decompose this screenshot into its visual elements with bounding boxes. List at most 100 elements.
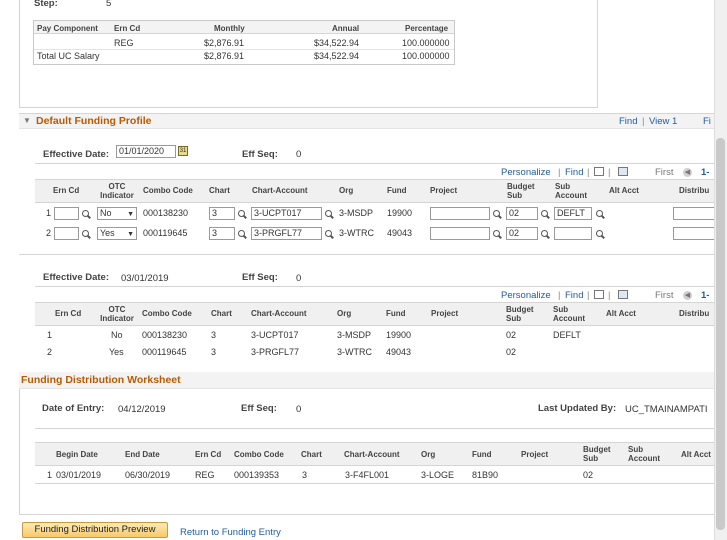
col-distrib: Distribu xyxy=(679,309,710,318)
funding-preview-button[interactable]: Funding Distribution Preview xyxy=(22,522,168,538)
chart-input[interactable]: 3 xyxy=(209,227,235,240)
personalize-link-2[interactable]: Personalize xyxy=(501,290,551,301)
budget-sub-input[interactable]: 02 xyxy=(506,227,538,240)
org-value: 3-LOGE xyxy=(421,470,455,480)
fund-value: 19900 xyxy=(386,330,412,340)
chart-value: 3 xyxy=(211,330,217,340)
row-number: 1 xyxy=(47,470,53,480)
ws-col-chart: Chart xyxy=(301,450,322,459)
last-updated-label: Last Updated By: xyxy=(538,403,617,414)
scrollbar-thumb[interactable] xyxy=(716,138,725,530)
project-input[interactable] xyxy=(430,227,490,240)
header-fi-link[interactable]: Fi xyxy=(703,116,711,127)
project-lookup-icon[interactable] xyxy=(492,229,502,239)
find-link-1[interactable]: Find xyxy=(565,167,583,178)
chart-account-lookup-icon[interactable] xyxy=(324,229,334,239)
budget-sub-lookup-icon[interactable] xyxy=(540,229,550,239)
view-all-icon[interactable] xyxy=(594,167,604,176)
col-org: Org xyxy=(339,186,354,195)
prev-arrow-icon[interactable]: ◀ xyxy=(683,291,692,300)
col-ern-cd: Ern Cd xyxy=(55,309,82,318)
return-to-funding-link[interactable]: Return to Funding Entry xyxy=(180,527,281,538)
grid-toolbar-1: Personalize | Find | | First ◀ 1- xyxy=(35,163,727,179)
first-label-1[interactable]: First xyxy=(655,167,673,178)
chart-account-input[interactable]: 3-PRGFL77 xyxy=(251,227,322,240)
grid-header-1: Ern Cd OTC Indicator Combo Code Chart Ch… xyxy=(35,179,727,203)
range-label-2: 1- xyxy=(701,290,710,301)
sub-account-input[interactable]: DEFLT xyxy=(554,207,592,220)
worksheet-title: Funding Distribution Worksheet xyxy=(21,374,181,386)
col-otc-indicator: OTC Indicator xyxy=(100,305,134,323)
pay-row2-component: Total UC Salary xyxy=(37,51,100,61)
table-row: 1 No 000138230 3 3-UCPT017 3-MSDP 19900 … xyxy=(35,326,727,343)
chart-account-input[interactable]: 3-UCPT017 xyxy=(251,207,322,220)
pay-row2-annual: $34,522.94 xyxy=(314,51,360,61)
salary-panel: Step: 5 Pay Component Ern Cd Monthly Ann… xyxy=(19,0,598,108)
org-value: 3-WTRC xyxy=(337,347,372,357)
col-chart: Chart xyxy=(211,309,232,318)
col-combo-code: Combo Code xyxy=(142,309,192,318)
pay-row1-percentage: 100.000000 xyxy=(402,38,450,48)
combo-code-value: 000138230 xyxy=(143,208,189,218)
eff-seq-value-1: 0 xyxy=(296,149,302,160)
sub-account-lookup-icon[interactable] xyxy=(595,209,605,219)
end-date-value: 06/30/2019 xyxy=(125,470,171,480)
ern-cd-lookup-icon[interactable] xyxy=(81,209,91,219)
worksheet-grid-header: Begin Date End Date Ern Cd Combo Code Ch… xyxy=(35,442,719,466)
budget-sub-lookup-icon[interactable] xyxy=(540,209,550,219)
chart-account-lookup-icon[interactable] xyxy=(324,209,334,219)
budget-sub-value: 02 xyxy=(583,470,594,480)
otc-value: No xyxy=(111,330,123,340)
view-all-icon[interactable] xyxy=(594,290,604,299)
budget-sub-input[interactable]: 02 xyxy=(506,207,538,220)
header-view-link[interactable]: View 1 xyxy=(649,116,677,127)
ern-cd-lookup-icon[interactable] xyxy=(81,229,91,239)
pay-row1-monthly: $2,876.91 xyxy=(204,38,245,48)
ws-col-org: Org xyxy=(421,450,436,459)
step-value: 5 xyxy=(106,0,112,9)
collapse-triangle-icon[interactable]: ▼ xyxy=(23,116,31,125)
project-lookup-icon[interactable] xyxy=(492,209,502,219)
personalize-link-1[interactable]: Personalize xyxy=(501,167,551,178)
eff-seq-value-2: 0 xyxy=(296,273,302,284)
row-number: 2 xyxy=(47,347,53,357)
org-value: 3-MSDP xyxy=(337,330,372,340)
chart-input[interactable]: 3 xyxy=(209,207,235,220)
pay-row1-annual: $34,522.94 xyxy=(314,38,360,48)
pay-header-component: Pay Component xyxy=(37,24,98,33)
calendar-icon[interactable]: 31 xyxy=(178,146,188,156)
chart-lookup-icon[interactable] xyxy=(237,209,247,219)
budget-sub-value: 02 xyxy=(506,330,517,340)
ws-col-begin-date: Begin Date xyxy=(56,450,98,459)
sub-account-value: DEFLT xyxy=(553,330,581,340)
find-link-2[interactable]: Find xyxy=(565,290,583,301)
eff-date-input-1[interactable]: 01/01/2020 xyxy=(116,145,176,158)
col-sub-account: Sub Account xyxy=(555,182,587,200)
sub-account-lookup-icon[interactable] xyxy=(595,229,605,239)
eff-date-label-1: Effective Date: xyxy=(43,149,109,160)
eff-seq-label-1: Eff Seq: xyxy=(242,149,278,160)
ern-cd-value: REG xyxy=(195,470,215,480)
first-label-2[interactable]: First xyxy=(655,290,673,301)
prev-arrow-icon[interactable]: ◀ xyxy=(683,168,692,177)
ern-cd-input[interactable] xyxy=(54,227,79,240)
date-entry-label: Date of Entry: xyxy=(42,403,105,414)
ws-col-alt-acct: Alt Acct xyxy=(681,450,711,459)
pay-header-annual: Annual xyxy=(332,24,360,33)
col-alt-acct: Alt Acct xyxy=(606,309,636,318)
row-number: 1 xyxy=(46,208,52,218)
download-grid-icon[interactable] xyxy=(618,290,628,299)
otc-indicator-select[interactable]: Yes xyxy=(97,227,137,240)
header-find-link[interactable]: Find xyxy=(619,116,637,127)
col-fund: Fund xyxy=(386,309,406,318)
ws-eff-seq-label: Eff Seq: xyxy=(241,403,277,414)
otc-indicator-select[interactable]: No xyxy=(97,207,137,220)
download-grid-icon[interactable] xyxy=(618,167,628,176)
org-value: 3-MSDP xyxy=(339,208,374,218)
table-row: 2 Yes 000119645 3 3-PRGFL77 3-WTRC 49043… xyxy=(35,343,727,360)
project-input[interactable] xyxy=(430,207,490,220)
chart-lookup-icon[interactable] xyxy=(237,229,247,239)
ern-cd-input[interactable] xyxy=(54,207,79,220)
sub-account-input[interactable] xyxy=(554,227,592,240)
eff-date-label-2: Effective Date: xyxy=(43,272,109,283)
